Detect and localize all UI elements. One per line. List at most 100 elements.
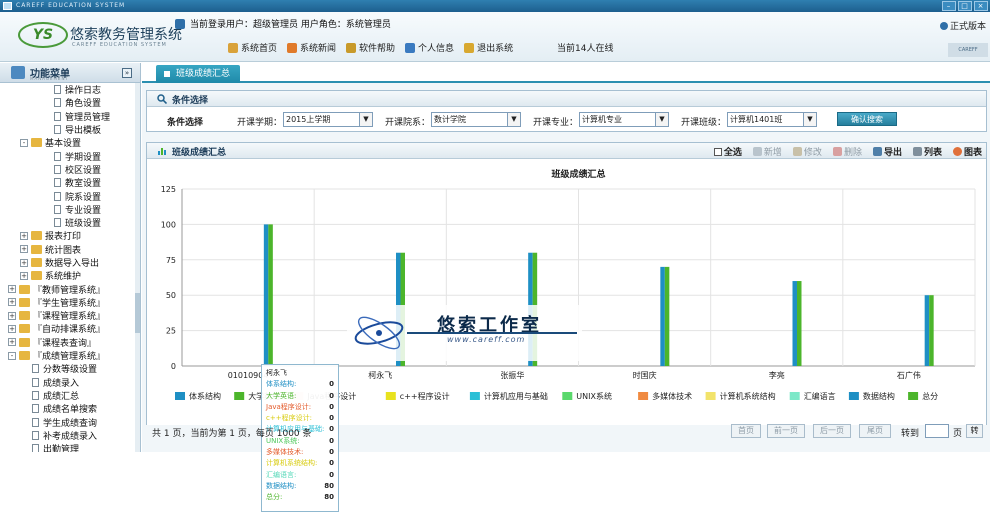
sidebar-item-6[interactable]: 校区设置 — [0, 163, 136, 176]
bar — [924, 295, 930, 366]
legend-swatch — [789, 392, 800, 400]
sidebar-item-18[interactable]: + 『自动排课系统』 — [0, 322, 136, 335]
sidebar-item-7[interactable]: 教室设置 — [0, 176, 136, 189]
sidebar-item-5[interactable]: 学期设置 — [0, 149, 136, 163]
term-select[interactable]: 2015上学期 ▼ — [283, 112, 373, 127]
login-text: 当前登录用户：超级管理员 用户角色：系统管理员 — [190, 20, 391, 30]
expand-icon[interactable]: + — [8, 311, 16, 320]
sidebar-collapse-button[interactable]: » — [122, 68, 132, 78]
maximize-button[interactable]: □ — [958, 1, 972, 11]
sidebar-item-15[interactable]: + 『教师管理系统』 — [0, 282, 136, 296]
nav-item-0[interactable]: 系统首页 — [228, 41, 277, 54]
sidebar-item-21[interactable]: 分数等级设置 — [0, 362, 136, 375]
folder-icon — [19, 311, 30, 321]
sidebar-item-23[interactable]: 成绩汇总 — [0, 389, 136, 402]
sidebar-item-25[interactable]: 学生成绩查询 — [0, 415, 136, 429]
expand-icon[interactable]: + — [8, 285, 16, 294]
search-icon — [157, 94, 167, 104]
sidebar-item-3[interactable]: 导出模板 — [0, 123, 136, 136]
sidebar-item-2[interactable]: 管理员管理 — [0, 110, 136, 123]
sidebar-item-27[interactable]: 出勤管理 — [0, 442, 136, 452]
collapse-icon[interactable]: - — [20, 138, 28, 147]
dept-value: 数计学院 — [434, 115, 466, 124]
collapse-icon[interactable]: - — [8, 351, 16, 360]
sidebar-item-4[interactable]: - 基本设置 — [0, 136, 136, 149]
dept-select[interactable]: 数计学院 ▼ — [431, 112, 521, 127]
sidebar-item-9[interactable]: 专业设置 — [0, 203, 136, 216]
sidebar-item-16[interactable]: + 『学生管理系统』 — [0, 296, 136, 309]
bar — [660, 266, 665, 366]
chart-label: 图表 — [963, 148, 982, 158]
nav-item-4[interactable]: 退出系统 — [464, 41, 513, 54]
expand-icon[interactable]: + — [8, 338, 16, 347]
sidebar-item-12[interactable]: + 统计图表 — [0, 243, 136, 256]
sidebar-item-label: 成绩录入 — [43, 378, 80, 389]
sidebar-item-26[interactable]: 补考成绩录入 — [0, 429, 136, 442]
nav-item-2[interactable]: 软件帮助 — [346, 41, 395, 54]
nav-item-label: 系统新闻 — [300, 44, 337, 54]
sidebar-item-label: 数据导入导出 — [45, 259, 100, 269]
nav-item-label: 个人信息 — [418, 44, 455, 54]
nav-item-1[interactable]: 系统新闻 — [287, 41, 336, 54]
expand-icon[interactable]: + — [8, 298, 16, 307]
expand-icon[interactable]: + — [20, 258, 28, 267]
first-page-button[interactable]: 首页 — [731, 424, 761, 438]
help-icon — [346, 42, 357, 53]
expand-icon[interactable]: + — [20, 245, 28, 254]
sidebar-item-0[interactable]: 操作日志 — [0, 83, 136, 96]
page-unit-label: 页 — [953, 429, 963, 439]
expand-icon[interactable]: + — [20, 231, 28, 240]
sidebar-item-17[interactable]: + 『课程管理系统』 — [0, 309, 136, 322]
legend-label: 计算机应用与基础 — [484, 391, 548, 401]
tab-class-score-summary[interactable]: 班级成绩汇总 — [156, 65, 241, 83]
class-select[interactable]: 计算机1401班 ▼ — [727, 112, 817, 127]
sidebar-item-19[interactable]: + 『课程表查询』 — [0, 336, 136, 349]
version-label[interactable]: 正式版本 — [939, 19, 986, 32]
folder-icon — [31, 258, 42, 267]
sidebar-item-14[interactable]: + 系统维护 — [0, 269, 136, 282]
edit-button[interactable]: 修改 — [792, 145, 822, 158]
select-all-label: 全选 — [723, 148, 742, 158]
delete-button[interactable]: 删除 — [832, 145, 862, 158]
main-area: 班级成绩汇总 条件选择 条件选择 开课学期： 2015上学期 ▼ 开课院系： 数计… — [142, 63, 990, 512]
minimize-button[interactable]: – — [942, 1, 956, 11]
sidebar-item-8[interactable]: 院系设置 — [0, 189, 136, 203]
sidebar-item-22[interactable]: 成绩录入 — [0, 376, 136, 389]
x-tick-label: 时国庆 — [633, 370, 657, 380]
nav-item-3[interactable]: 个人信息 — [405, 41, 454, 54]
sidebar-item-label: 分数等级设置 — [43, 365, 98, 376]
major-select[interactable]: 计算机专业 ▼ — [579, 112, 669, 127]
scrollbar-thumb[interactable] — [135, 293, 140, 333]
sidebar-item-20[interactable]: - 『成绩管理系统』 — [0, 349, 136, 362]
tooltip-label: Java程序设计: — [266, 402, 312, 411]
y-tick-label: 50 — [166, 291, 176, 300]
checkbox-icon — [713, 147, 722, 156]
chart-view-button[interactable]: 图表 — [952, 145, 982, 158]
last-page-button[interactable]: 尾页 — [859, 424, 891, 438]
list-view-button[interactable]: 列表 — [912, 145, 942, 158]
expand-icon[interactable]: + — [8, 324, 16, 333]
menu-tree: 操作日志 角色设置 管理员管理 导出模板 - 基本设置 学期设置 校区设置 教室设置 院系设置 专业… — [0, 83, 136, 452]
page-number-input[interactable] — [925, 424, 949, 438]
close-button[interactable]: × — [974, 1, 988, 11]
sidebar-item-label: 『教师管理系统』 — [33, 285, 106, 296]
sidebar-item-1[interactable]: 角色设置 — [0, 96, 136, 109]
major-label: 开课专业： — [533, 118, 579, 128]
export-button[interactable]: 导出 — [872, 145, 902, 158]
sidebar-scrollbar[interactable] — [135, 83, 140, 452]
add-button[interactable]: 新增 — [752, 145, 782, 158]
legend-label: 计算机系统结构 — [720, 391, 776, 401]
select-all-checkbox[interactable]: 全选 — [713, 145, 742, 158]
window-titlebar: CAREFF EDUCATION SYSTEM – □ × — [0, 0, 990, 12]
home-icon — [228, 42, 238, 53]
sidebar-item-10[interactable]: 班级设置 — [0, 216, 136, 229]
go-button[interactable]: 转 — [966, 424, 983, 438]
sidebar-item-11[interactable]: + 报表打印 — [0, 229, 136, 242]
sidebar-item-13[interactable]: + 数据导入导出 — [0, 256, 136, 269]
sidebar-item-24[interactable]: 成绩名单搜索 — [0, 402, 136, 415]
prev-page-button[interactable]: 前一页 — [767, 424, 805, 438]
expand-icon[interactable]: + — [20, 271, 28, 280]
confirm-search-button[interactable]: 确认搜索 — [837, 112, 897, 126]
sidebar-item-label: 『自动排课系统』 — [33, 325, 106, 336]
next-page-button[interactable]: 后一页 — [813, 424, 851, 438]
